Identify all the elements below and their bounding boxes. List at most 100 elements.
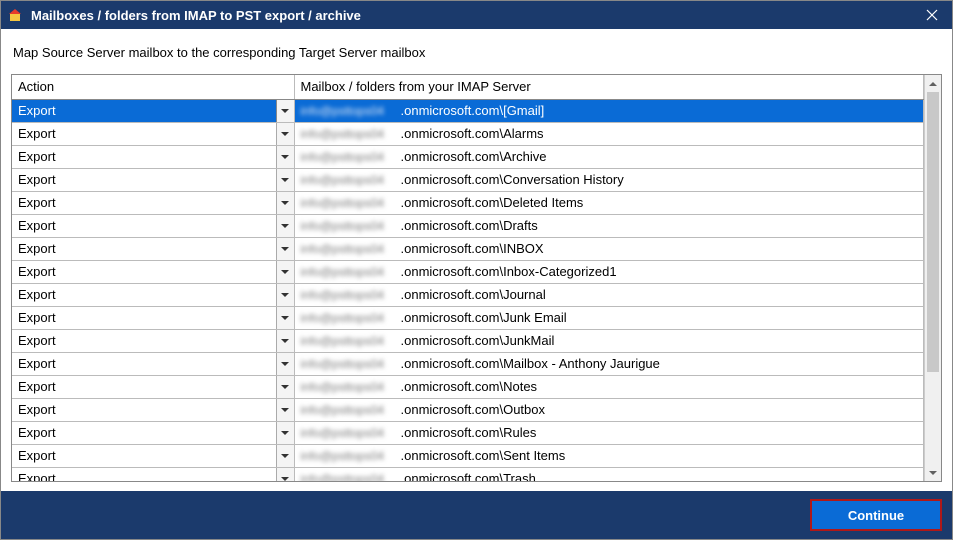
table-row[interactable]: Export info@psttops04.onmicrosoft.com\Rul… xyxy=(12,421,924,444)
mailbox-value: info@psttops04.onmicrosoft.com\Trash xyxy=(295,468,924,482)
mailbox-value: info@psttops04.onmicrosoft.com\Rules xyxy=(295,422,924,444)
mailbox-value: info@psttops04.onmicrosoft.com\[Gmail] xyxy=(295,100,924,122)
action-value: Export xyxy=(12,146,276,168)
chevron-down-icon xyxy=(281,178,289,182)
action-dropdown-button[interactable] xyxy=(276,123,294,145)
table-row[interactable]: Export info@psttops04.onmicrosoft.com\Inb… xyxy=(12,260,924,283)
window-title: Mailboxes / folders from IMAP to PST exp… xyxy=(31,8,912,23)
mailbox-value: info@psttops04.onmicrosoft.com\Deleted I… xyxy=(295,192,924,214)
action-dropdown-button[interactable] xyxy=(276,445,294,467)
action-value: Export xyxy=(12,376,276,398)
mapping-table: Action Mailbox / folders from your IMAP … xyxy=(12,75,924,481)
chevron-down-icon xyxy=(281,201,289,205)
chevron-down-icon xyxy=(281,385,289,389)
action-value: Export xyxy=(12,422,276,444)
action-value: Export xyxy=(12,468,276,482)
table-row[interactable]: Export info@psttops04.onmicrosoft.com\Not… xyxy=(12,375,924,398)
action-dropdown-button[interactable] xyxy=(276,169,294,191)
action-dropdown-button[interactable] xyxy=(276,100,294,122)
mailbox-value: info@psttops04.onmicrosoft.com\Drafts xyxy=(295,215,924,237)
mailbox-value: info@psttops04.onmicrosoft.com\INBOX xyxy=(295,238,924,260)
chevron-down-icon xyxy=(281,362,289,366)
action-value: Export xyxy=(12,261,276,283)
table-row[interactable]: Export info@psttops04.onmicrosoft.com\INB… xyxy=(12,237,924,260)
action-dropdown-button[interactable] xyxy=(276,192,294,214)
table-row[interactable]: Export info@psttops04.onmicrosoft.com\[Gm… xyxy=(12,99,924,122)
table-row[interactable]: Export info@psttops04.onmicrosoft.com\Tra… xyxy=(12,467,924,481)
action-value: Export xyxy=(12,284,276,306)
action-dropdown-button[interactable] xyxy=(276,399,294,421)
table-row[interactable]: Export info@psttops04.onmicrosoft.com\Jun… xyxy=(12,329,924,352)
action-dropdown-button[interactable] xyxy=(276,353,294,375)
mailbox-value: info@psttops04.onmicrosoft.com\Archive xyxy=(295,146,924,168)
mailbox-value: info@psttops04.onmicrosoft.com\Alarms xyxy=(295,123,924,145)
table-row[interactable]: Export info@psttops04.onmicrosoft.com\Jun… xyxy=(12,306,924,329)
chevron-down-icon xyxy=(281,408,289,412)
mailbox-value: info@psttops04.onmicrosoft.com\Inbox-Cat… xyxy=(295,261,924,283)
action-dropdown-button[interactable] xyxy=(276,261,294,283)
titlebar: Mailboxes / folders from IMAP to PST exp… xyxy=(1,1,952,29)
mailbox-value: info@psttops04.onmicrosoft.com\Mailbox -… xyxy=(295,353,924,375)
header-action[interactable]: Action xyxy=(12,75,294,99)
instruction-text: Map Source Server mailbox to the corresp… xyxy=(11,45,942,60)
action-value: Export xyxy=(12,353,276,375)
mailbox-value: info@psttops04.onmicrosoft.com\Notes xyxy=(295,376,924,398)
table-row[interactable]: Export info@psttops04.onmicrosoft.com\Out… xyxy=(12,398,924,421)
action-dropdown-button[interactable] xyxy=(276,146,294,168)
action-dropdown-button[interactable] xyxy=(276,284,294,306)
action-dropdown-button[interactable] xyxy=(276,307,294,329)
table-row[interactable]: Export info@psttops04.onmicrosoft.com\Del… xyxy=(12,191,924,214)
app-icon xyxy=(7,7,23,23)
action-value: Export xyxy=(12,399,276,421)
chevron-down-icon xyxy=(281,454,289,458)
chevron-down-icon xyxy=(281,316,289,320)
content-area: Map Source Server mailbox to the corresp… xyxy=(1,29,952,482)
action-value: Export xyxy=(12,238,276,260)
table-row[interactable]: Exportinfo@psttops04.onmicrosoft.com\Sen… xyxy=(12,444,924,467)
action-value: Export xyxy=(12,100,276,122)
chevron-down-icon xyxy=(281,339,289,343)
scroll-track[interactable] xyxy=(925,92,941,464)
chevron-down-icon xyxy=(281,132,289,136)
table-row[interactable]: Exportinfo@psttops04.onmicrosoft.com\Con… xyxy=(12,168,924,191)
scroll-up-button[interactable] xyxy=(925,75,941,92)
action-value: Export xyxy=(12,445,276,467)
mapping-table-container: Action Mailbox / folders from your IMAP … xyxy=(11,74,942,482)
action-dropdown-button[interactable] xyxy=(276,376,294,398)
table-row[interactable]: Export info@psttops04.onmicrosoft.com\Dra… xyxy=(12,214,924,237)
action-dropdown-button[interactable] xyxy=(276,330,294,352)
mailbox-value: info@psttops04.onmicrosoft.com\Outbox xyxy=(295,399,924,421)
chevron-down-icon xyxy=(281,270,289,274)
vertical-scrollbar[interactable] xyxy=(924,75,941,481)
mailbox-value: info@psttops04.onmicrosoft.com\Junk Emai… xyxy=(295,307,924,329)
chevron-down-icon xyxy=(281,155,289,159)
continue-button[interactable]: Continue xyxy=(810,499,942,531)
table-row[interactable]: Exportinfo@psttops04.onmicrosoft.com\Jou… xyxy=(12,283,924,306)
chevron-down-icon xyxy=(281,477,289,481)
action-dropdown-button[interactable] xyxy=(276,215,294,237)
action-value: Export xyxy=(12,123,276,145)
header-mailbox[interactable]: Mailbox / folders from your IMAP Server xyxy=(294,75,924,99)
table-row[interactable]: Export info@psttops04.onmicrosoft.com\Arc… xyxy=(12,145,924,168)
close-icon xyxy=(926,9,938,21)
action-dropdown-button[interactable] xyxy=(276,468,294,482)
action-value: Export xyxy=(12,215,276,237)
chevron-down-icon xyxy=(281,247,289,251)
chevron-down-icon xyxy=(281,224,289,228)
mailbox-value: info@psttops04.onmicrosoft.com\JunkMail xyxy=(295,330,924,352)
action-dropdown-button[interactable] xyxy=(276,238,294,260)
close-button[interactable] xyxy=(912,1,952,29)
chevron-down-icon xyxy=(281,431,289,435)
chevron-down-icon xyxy=(281,109,289,113)
footer: Continue xyxy=(1,491,952,539)
action-value: Export xyxy=(12,192,276,214)
scroll-down-button[interactable] xyxy=(925,464,941,481)
table-row[interactable]: Export info@psttops04.onmicrosoft.com\Ala… xyxy=(12,122,924,145)
table-row[interactable]: Export info@psttops04.onmicrosoft.com\Mai… xyxy=(12,352,924,375)
action-dropdown-button[interactable] xyxy=(276,422,294,444)
action-value: Export xyxy=(12,169,276,191)
action-value: Export xyxy=(12,307,276,329)
scroll-thumb[interactable] xyxy=(927,92,939,372)
action-value: Export xyxy=(12,330,276,352)
chevron-down-icon xyxy=(281,293,289,297)
